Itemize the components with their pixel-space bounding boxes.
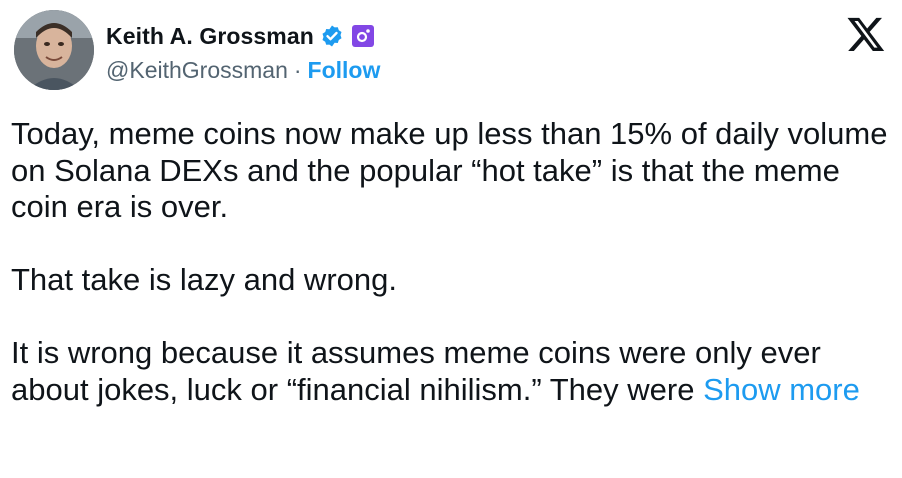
separator-dot: · [293, 57, 302, 83]
tweet-body: Today, meme coins now make up less than … [11, 116, 891, 408]
affiliate-badge-icon[interactable] [351, 24, 375, 48]
follow-button[interactable]: Follow [308, 57, 381, 84]
avatar-image [14, 10, 94, 90]
x-logo-icon[interactable] [846, 14, 886, 54]
tweet-paragraph-last: It is wrong because it assumes meme coin… [11, 335, 891, 408]
tweet-paragraph: That take is lazy and wrong. [11, 262, 397, 297]
author-name-row: Keith A. Grossman [106, 21, 380, 51]
author-handle-row: @KeithGrossman · Follow [106, 57, 380, 84]
tweet-header: Keith A. Grossman @KeithGrossman · Follo… [14, 10, 380, 90]
author-avatar[interactable] [14, 10, 94, 90]
show-more-link[interactable]: Show more [703, 372, 860, 407]
author-name[interactable]: Keith A. Grossman [106, 23, 314, 50]
verified-badge-icon[interactable] [320, 24, 344, 48]
tweet-paragraph: Today, meme coins now make up less than … [11, 116, 897, 224]
author-handle[interactable]: @KeithGrossman [106, 57, 288, 84]
author-meta: Keith A. Grossman @KeithGrossman · Follo… [106, 10, 380, 84]
